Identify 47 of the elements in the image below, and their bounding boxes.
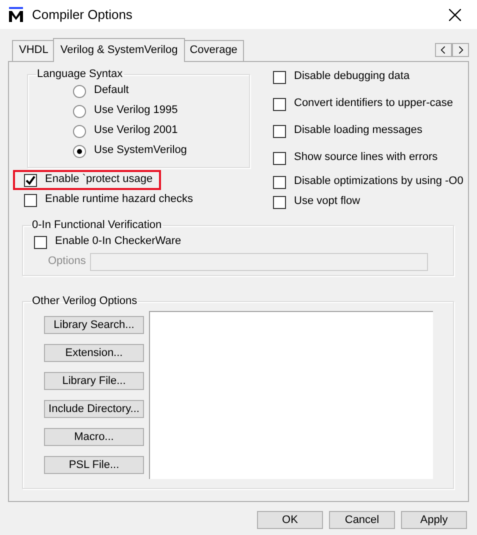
checkbox-label: Disable optimizations by using -O0	[294, 175, 464, 189]
option-button[interactable]: Library Search...	[44, 316, 144, 334]
checkbox-label: Enable `protect usage	[45, 173, 153, 187]
radio-label: Use SystemVerilog	[94, 144, 187, 158]
dialog-button[interactable]: Cancel	[329, 511, 395, 529]
checkbox-label: Convert identifiers to upper-case	[294, 97, 453, 111]
radio-button[interactable]	[73, 104, 86, 118]
checkbox-label: Disable loading messages	[294, 124, 422, 138]
checkbox-label: Use vopt flow	[294, 195, 360, 209]
checkbox-label: Enable 0-In CheckerWare	[55, 235, 182, 249]
radio-label: Use Verilog 1995	[94, 104, 178, 118]
dialog-button[interactable]: OK	[257, 511, 323, 529]
checkbox-label: Show source lines with errors	[294, 151, 438, 165]
checkbox[interactable]	[24, 174, 37, 186]
radio-label: Use Verilog 2001	[94, 124, 178, 138]
tab[interactable]: Coverage	[182, 40, 244, 61]
checkbox[interactable]	[273, 70, 286, 84]
option-button[interactable]: Macro...	[44, 428, 144, 446]
group-title: 0-In Functional Verification	[31, 218, 163, 232]
checkbox[interactable]	[273, 176, 286, 188]
checkbox[interactable]	[273, 196, 286, 208]
option-button[interactable]: PSL File...	[44, 456, 144, 474]
dialog-button[interactable]: Apply	[401, 511, 467, 529]
scroll-left-icon[interactable]	[435, 43, 452, 57]
tab[interactable]: Verilog & SystemVerilog	[53, 38, 185, 62]
checkbox-label: Disable debugging data	[294, 70, 410, 84]
checkbox[interactable]	[34, 236, 47, 248]
checkbox[interactable]	[273, 98, 286, 110]
close-icon[interactable]	[449, 8, 461, 20]
tab[interactable]: VHDL	[12, 40, 56, 61]
checkbox[interactable]	[273, 124, 286, 138]
option-button[interactable]: Library File...	[44, 372, 144, 390]
app-logo-icon	[8, 6, 24, 22]
group-title: Language Syntax	[36, 67, 124, 81]
scroll-right-icon[interactable]	[452, 43, 469, 57]
checkbox[interactable]	[24, 194, 37, 206]
checkbox-label: Enable runtime hazard checks	[45, 193, 193, 207]
radio-button[interactable]	[73, 124, 86, 138]
group-title: Other Verilog Options	[31, 294, 138, 308]
radio-button[interactable]	[73, 84, 86, 98]
option-button[interactable]: Extension...	[44, 344, 144, 362]
option-button[interactable]: Include Directory...	[44, 400, 144, 418]
radio-label: Default	[94, 84, 129, 98]
window-title: Compiler Options	[32, 6, 132, 22]
radio-button[interactable]	[73, 144, 86, 158]
field-label: Options	[48, 255, 86, 269]
checkbox[interactable]	[273, 152, 286, 164]
